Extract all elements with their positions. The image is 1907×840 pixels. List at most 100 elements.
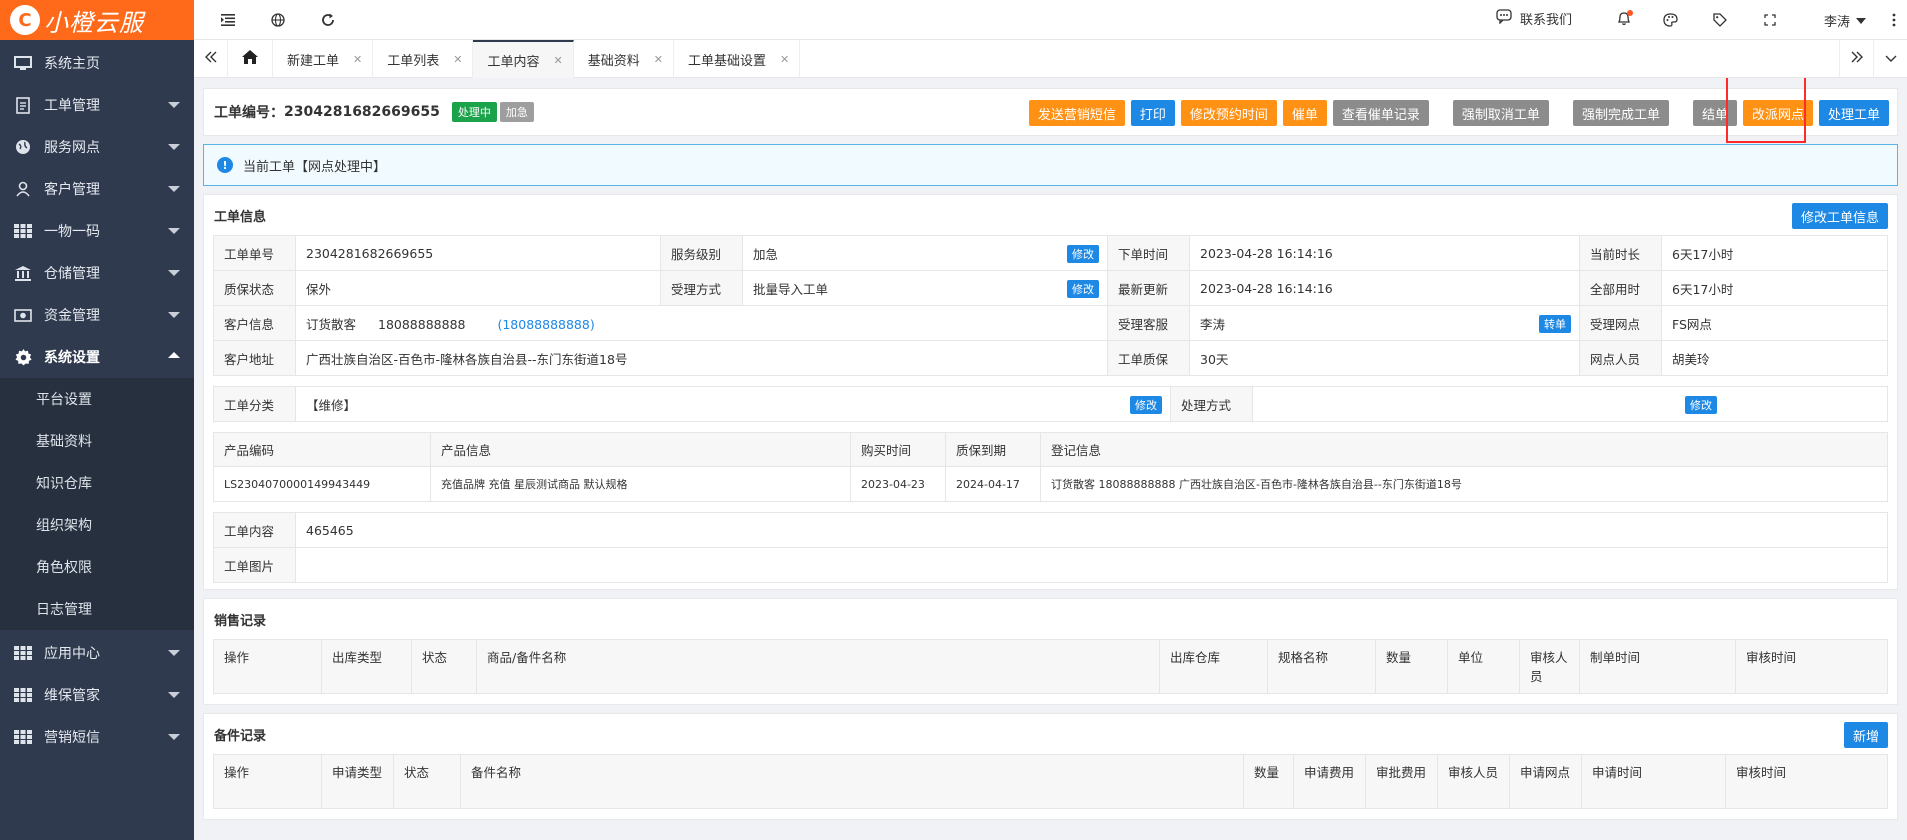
tabs-scroll-right-button[interactable] — [1839, 40, 1873, 78]
label-customer-address: 客户地址 — [213, 340, 296, 376]
force-complete-button[interactable]: 强制完成工单 — [1572, 100, 1669, 126]
edit-accept-method-button[interactable]: 修改 — [1067, 280, 1099, 298]
edit-service-level-button[interactable]: 修改 — [1067, 245, 1099, 263]
sidebar-item-qrcode[interactable]: 一物一码 — [0, 210, 194, 252]
settings-submenu: 平台设置 基础资料 知识仓库 组织架构 角色权限 日志管理 — [0, 378, 194, 630]
close-icon[interactable]: ✕ — [780, 53, 789, 66]
submenu-item-organization[interactable]: 组织架构 — [0, 504, 194, 546]
chevron-down-icon — [168, 102, 180, 108]
process-order-button[interactable]: 处理工单 — [1818, 100, 1889, 126]
column-header: 登记信息 — [1040, 432, 1888, 467]
sidebar-item-apps[interactable]: 应用中心 — [0, 632, 194, 674]
close-icon[interactable]: ✕ — [453, 53, 462, 66]
submenu-item-knowledge[interactable]: 知识仓库 — [0, 462, 194, 504]
edit-handling-button[interactable]: 修改 — [1685, 396, 1717, 414]
topbar: 联系我们 李涛 — [194, 0, 1907, 40]
submenu-item-roles[interactable]: 角色权限 — [0, 546, 194, 588]
parts-table: 操作 申请类型 状态 备件名称 数量 申请费用 审批费用 审核人员 申请网点 申… — [213, 754, 1888, 809]
logo[interactable]: C 小橙云服 — [0, 0, 194, 40]
tabs: 新建工单 ✕ 工单列表 ✕ 工单内容 ✕ 基础资料 ✕ 工单基础设置 ✕ — [228, 40, 801, 78]
menu-toggle-icon[interactable] — [218, 10, 238, 30]
table-header-row: 产品编码 产品信息 购买时间 质保到期 登记信息 — [213, 432, 1888, 467]
gear-icon — [12, 348, 34, 366]
section-title-sales: 销售记录 — [214, 613, 267, 629]
submenu-item-basic-data[interactable]: 基础资料 — [0, 420, 194, 462]
label-accept-agent: 受理客服 — [1107, 305, 1190, 341]
print-button[interactable]: 打印 — [1130, 100, 1175, 126]
sales-records-card: 销售记录 操作 出库类型 状态 商品/备件名称 出库仓库 规格名称 数量 单位 … — [203, 598, 1898, 705]
sidebar-item-orders[interactable]: 工单管理 — [0, 84, 194, 126]
tab-basic-data[interactable]: 基础资料 ✕ — [574, 40, 674, 78]
sidebar-item-outlets[interactable]: 服务网点 — [0, 126, 194, 168]
column-header: 数量 — [1243, 754, 1294, 809]
table-cell: 订货散客 18088888888 广西壮族自治区-百色市-隆林各族自治县--东门… — [1040, 466, 1888, 502]
table-header-row: 操作 申请类型 状态 备件名称 数量 申请费用 审批费用 审核人员 申请网点 申… — [213, 754, 1888, 809]
tab-order-list[interactable]: 工单列表 ✕ — [373, 40, 474, 78]
fullscreen-icon[interactable] — [1760, 10, 1780, 30]
sidebar-item-sms[interactable]: 营销短信 — [0, 716, 194, 758]
edit-category-button[interactable]: 修改 — [1130, 396, 1162, 414]
sidebar-item-settings[interactable]: 系统设置 — [0, 336, 194, 378]
value-customer-info: 订货散客 18088888888 (18088888888) — [295, 305, 1108, 341]
view-urge-records-button[interactable]: 查看催单记录 — [1332, 100, 1429, 126]
bell-icon[interactable] — [1614, 9, 1634, 30]
order-info-table: 工单单号 2304281682669655 服务级别 加急 修改 下单时间 20… — [213, 235, 1888, 376]
service-level-text: 加急 — [753, 246, 779, 262]
logo-text: 小橙云服 — [44, 8, 144, 37]
value-order-warranty: 30天 — [1189, 340, 1580, 376]
sidebar-item-label: 工单管理 — [44, 98, 100, 114]
label-order-time: 下单时间 — [1107, 235, 1190, 271]
transfer-order-button[interactable]: 转单 — [1539, 315, 1571, 333]
tag-icon[interactable] — [1710, 10, 1730, 30]
column-header: 出库仓库 — [1159, 639, 1268, 694]
send-sms-button[interactable]: 发送营销短信 — [1028, 100, 1125, 126]
info-row: 工单分类 【维修】 修改 处理方式 修改 — [213, 386, 1888, 422]
tab-label: 工单内容 — [487, 54, 540, 70]
tab-order-content[interactable]: 工单内容 ✕ — [473, 40, 574, 78]
tab-home[interactable] — [228, 40, 273, 78]
more-vertical-icon[interactable] — [1884, 10, 1904, 30]
sidebar-item-label: 一物一码 — [44, 224, 100, 240]
chevron-down-icon — [1856, 17, 1867, 24]
sidebar-item-funds[interactable]: 资金管理 — [0, 294, 194, 336]
table-cell: 2023-04-23 — [850, 466, 946, 502]
contact-us-link[interactable]: 联系我们 — [1496, 9, 1572, 28]
label-accept-outlet: 受理网点 — [1579, 305, 1662, 341]
theme-icon[interactable] — [1660, 10, 1680, 30]
content-table: 工单内容 465465 工单图片 — [213, 512, 1888, 583]
sidebar-item-customers[interactable]: 客户管理 — [0, 168, 194, 210]
close-icon[interactable]: ✕ — [654, 53, 663, 66]
tab-order-settings[interactable]: 工单基础设置 ✕ — [674, 40, 801, 78]
chevron-up-icon — [168, 352, 180, 358]
parts-records-card: 备件记录 新增 操作 申请类型 状态 备件名称 数量 申请费用 审批费用 审核人… — [203, 713, 1898, 820]
close-icon[interactable]: ✕ — [353, 53, 362, 66]
label-order-warranty: 工单质保 — [1107, 340, 1190, 376]
sidebar-item-home[interactable]: 系统主页 — [0, 42, 194, 84]
value-accept-agent: 李涛 转单 — [1189, 305, 1580, 341]
globe-icon[interactable] — [268, 10, 288, 30]
edit-order-info-button[interactable]: 修改工单信息 — [1791, 203, 1888, 229]
info-row: 质保状态 保外 受理方式 批量导入工单 修改 最新更新 2023-04-28 1… — [213, 270, 1888, 306]
tabs-dropdown-button[interactable] — [1873, 40, 1907, 78]
section-title-parts: 备件记录 — [214, 728, 267, 744]
close-icon[interactable]: ✕ — [553, 54, 562, 67]
modify-appointment-button[interactable]: 修改预约时间 — [1180, 100, 1277, 126]
sidebar-item-maintenance[interactable]: 维保管家 — [0, 674, 194, 716]
sidebar-item-warehouse[interactable]: 仓储管理 — [0, 252, 194, 294]
user-menu[interactable]: 李涛 — [1824, 11, 1867, 30]
force-cancel-button[interactable]: 强制取消工单 — [1452, 100, 1549, 126]
add-part-button[interactable]: 新增 — [1843, 722, 1888, 748]
tabs-scroll-left-button[interactable] — [194, 40, 228, 78]
chevron-down-icon — [168, 144, 180, 150]
urge-button[interactable]: 催单 — [1282, 100, 1327, 126]
column-header: 制单时间 — [1579, 639, 1736, 694]
customer-phone-link[interactable]: (18088888888) — [497, 317, 594, 332]
accept-agent-text: 李涛 — [1200, 316, 1226, 332]
tab-new-order[interactable]: 新建工单 ✕ — [273, 40, 374, 78]
submenu-item-platform[interactable]: 平台设置 — [0, 378, 194, 420]
column-header: 规格名称 — [1267, 639, 1376, 694]
refresh-icon[interactable] — [318, 10, 338, 30]
column-header: 备件名称 — [460, 754, 1244, 809]
label-customer-info: 客户信息 — [213, 305, 296, 341]
submenu-item-logs[interactable]: 日志管理 — [0, 588, 194, 630]
